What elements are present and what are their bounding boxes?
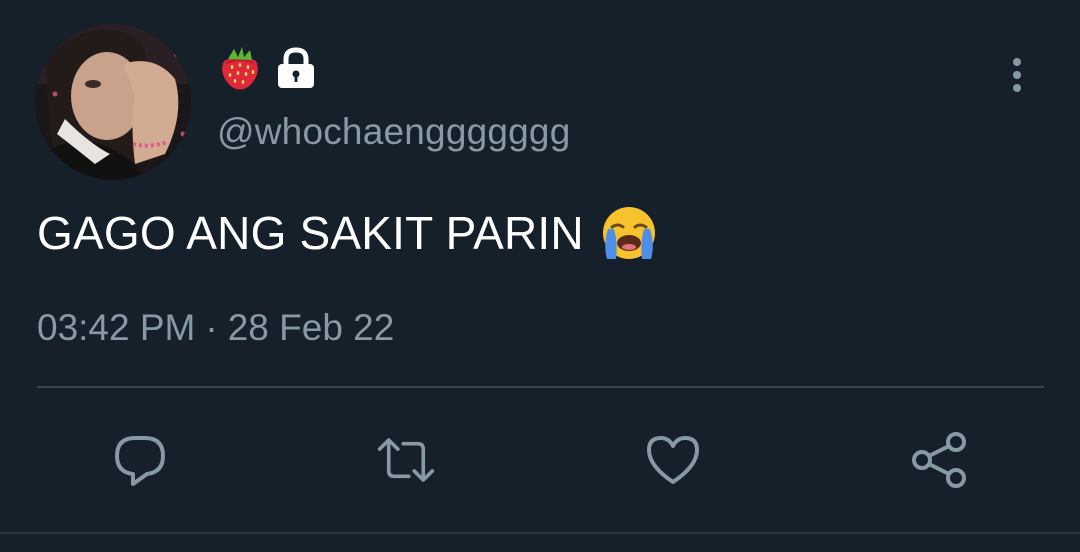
user-handle[interactable]: @whochaenggggggg bbox=[217, 111, 571, 153]
strawberry-icon bbox=[218, 45, 262, 91]
timestamp-separator: · bbox=[205, 307, 218, 348]
tweet-detail: @whochaenggggggg GAGO ANG SAKIT PARIN 03… bbox=[0, 0, 1080, 552]
display-name-icons bbox=[218, 44, 316, 92]
more-vertical-icon bbox=[1013, 58, 1021, 92]
share-icon bbox=[912, 432, 966, 488]
retweet-icon bbox=[377, 438, 435, 482]
avatar[interactable] bbox=[35, 24, 191, 180]
reply-button[interactable] bbox=[110, 430, 170, 490]
lock-icon bbox=[276, 47, 316, 89]
tweet-date: 28 Feb 22 bbox=[227, 307, 395, 348]
like-button[interactable] bbox=[643, 430, 703, 490]
tweet-time: 03:42 PM bbox=[37, 307, 196, 348]
bottom-divider bbox=[0, 532, 1080, 534]
more-options-button[interactable] bbox=[1002, 56, 1032, 96]
tweet-text: GAGO ANG SAKIT PARIN bbox=[37, 205, 660, 261]
tweet-timestamp[interactable]: 03:42 PM · 28 Feb 22 bbox=[37, 307, 394, 349]
reply-icon bbox=[115, 436, 165, 486]
loudly-crying-face-icon bbox=[598, 205, 660, 261]
share-button[interactable] bbox=[910, 430, 970, 490]
like-icon bbox=[647, 436, 699, 484]
retweet-button[interactable] bbox=[376, 430, 436, 490]
divider bbox=[37, 386, 1044, 388]
tweet-body: GAGO ANG SAKIT PARIN bbox=[37, 207, 584, 259]
